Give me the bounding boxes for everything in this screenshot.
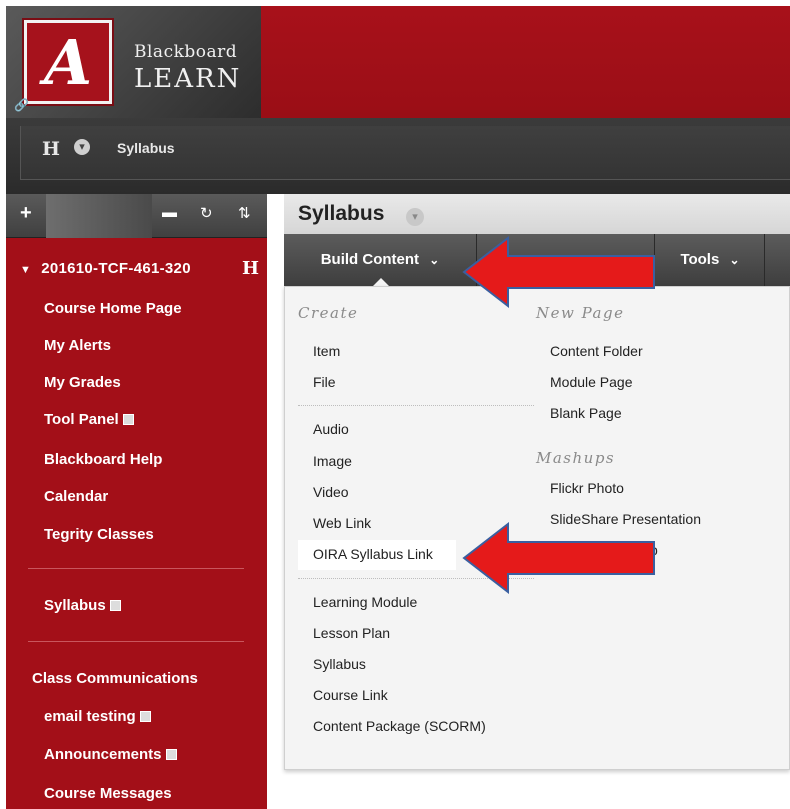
menu-item-audio[interactable]: Audio bbox=[313, 421, 349, 437]
sidebar-item-course-home[interactable]: Course Home Page bbox=[44, 300, 182, 317]
menu-item-image[interactable]: Image bbox=[313, 453, 352, 469]
menu-item-file[interactable]: File bbox=[313, 374, 336, 390]
menu-heading-mashups: Mashups bbox=[536, 449, 616, 467]
arrow-pointer-oira-link bbox=[462, 522, 655, 594]
external-link-icon bbox=[165, 749, 177, 760]
sidebar-item-announcements[interactable]: Announcements bbox=[44, 746, 177, 763]
course-badge[interactable]: H bbox=[242, 258, 259, 279]
menu-item-item[interactable]: Item bbox=[313, 343, 340, 359]
sidebar-heading-class-communications: Class Communications bbox=[32, 670, 198, 687]
sort-icon[interactable]: ⇅ bbox=[238, 204, 251, 222]
sidebar-toolbar: + ▬ ↻ ⇅ bbox=[6, 194, 267, 238]
sidebar-item-my-grades[interactable]: My Grades bbox=[44, 374, 121, 391]
menu-item-syllabus[interactable]: Syllabus bbox=[313, 656, 366, 672]
menu-item-flickr-photo[interactable]: Flickr Photo bbox=[550, 480, 624, 496]
alabama-logo: A bbox=[24, 20, 112, 104]
collapse-triangle-icon[interactable]: ▼ bbox=[20, 264, 31, 276]
toolbar-divider bbox=[764, 234, 765, 286]
refresh-icon[interactable]: ↻ bbox=[200, 204, 213, 222]
menu-item-course-link[interactable]: Course Link bbox=[313, 687, 388, 703]
sidebar-item-email-testing[interactable]: email testing bbox=[44, 708, 151, 725]
breadcrumb-bar bbox=[6, 118, 790, 194]
sidebar-item-calendar[interactable]: Calendar bbox=[44, 488, 108, 505]
sidebar-toolbar-spacer bbox=[46, 194, 152, 238]
brand-line-2: LEARN bbox=[134, 64, 242, 94]
menu-item-web-link[interactable]: Web Link bbox=[313, 515, 371, 531]
menu-item-content-package[interactable]: Content Package (SCORM) bbox=[313, 718, 486, 734]
menu-item-oira-syllabus-link[interactable]: OIRA Syllabus Link bbox=[313, 546, 433, 562]
sidebar-item-tool-panel[interactable]: Tool Panel bbox=[44, 411, 134, 428]
grid-icon bbox=[109, 600, 121, 611]
chevron-down-icon[interactable]: ▾ bbox=[406, 208, 424, 226]
brand-line-1: Blackboard bbox=[134, 42, 238, 62]
page-title: Syllabus bbox=[298, 202, 385, 225]
site-header: A Blackboard LEARN 🔗 bbox=[6, 6, 790, 118]
menu-item-module-page[interactable]: Module Page bbox=[550, 374, 633, 390]
chevron-down-icon: ⌄ bbox=[429, 253, 440, 267]
breadcrumb-home[interactable]: H bbox=[42, 138, 60, 160]
external-link-icon bbox=[139, 711, 151, 722]
menu-item-learning-module[interactable]: Learning Module bbox=[313, 594, 417, 610]
sidebar-item-course-messages[interactable]: Course Messages bbox=[44, 785, 172, 802]
menu-item-blank-page[interactable]: Blank Page bbox=[550, 405, 622, 421]
sidebar-item-blackboard-help[interactable]: Blackboard Help bbox=[44, 451, 162, 468]
course-title[interactable]: ▼ 201610-TCF-461-320 bbox=[20, 260, 191, 277]
display-icon[interactable]: ▬ bbox=[162, 204, 177, 221]
menu-heading-create: Create bbox=[298, 304, 359, 322]
sidebar-divider bbox=[28, 641, 244, 642]
chevron-down-icon: ⌄ bbox=[729, 253, 740, 267]
menu-item-lesson-plan[interactable]: Lesson Plan bbox=[313, 625, 390, 641]
external-link-icon bbox=[122, 414, 134, 425]
breadcrumb-title[interactable]: Syllabus bbox=[117, 140, 175, 156]
course-menu: ▼ 201610-TCF-461-320 H Course Home Page M… bbox=[6, 238, 267, 809]
plus-icon[interactable]: + bbox=[20, 202, 32, 225]
menu-item-content-folder[interactable]: Content Folder bbox=[550, 343, 643, 359]
pin-icon[interactable]: 🔗 bbox=[14, 98, 29, 112]
sidebar-divider bbox=[28, 568, 244, 569]
sidebar-item-my-alerts[interactable]: My Alerts bbox=[44, 337, 111, 354]
menu-separator bbox=[298, 405, 534, 406]
sidebar-item-tegrity[interactable]: Tegrity Classes bbox=[44, 526, 154, 543]
menu-item-video[interactable]: Video bbox=[313, 484, 349, 500]
arrow-pointer-build-content bbox=[462, 236, 655, 308]
tools-button[interactable]: Tools ⌄ bbox=[656, 234, 764, 286]
sidebar-item-syllabus[interactable]: Syllabus bbox=[44, 597, 121, 614]
chevron-down-icon[interactable]: ▾ bbox=[74, 139, 90, 155]
logo-area[interactable]: A Blackboard LEARN 🔗 bbox=[6, 6, 261, 118]
